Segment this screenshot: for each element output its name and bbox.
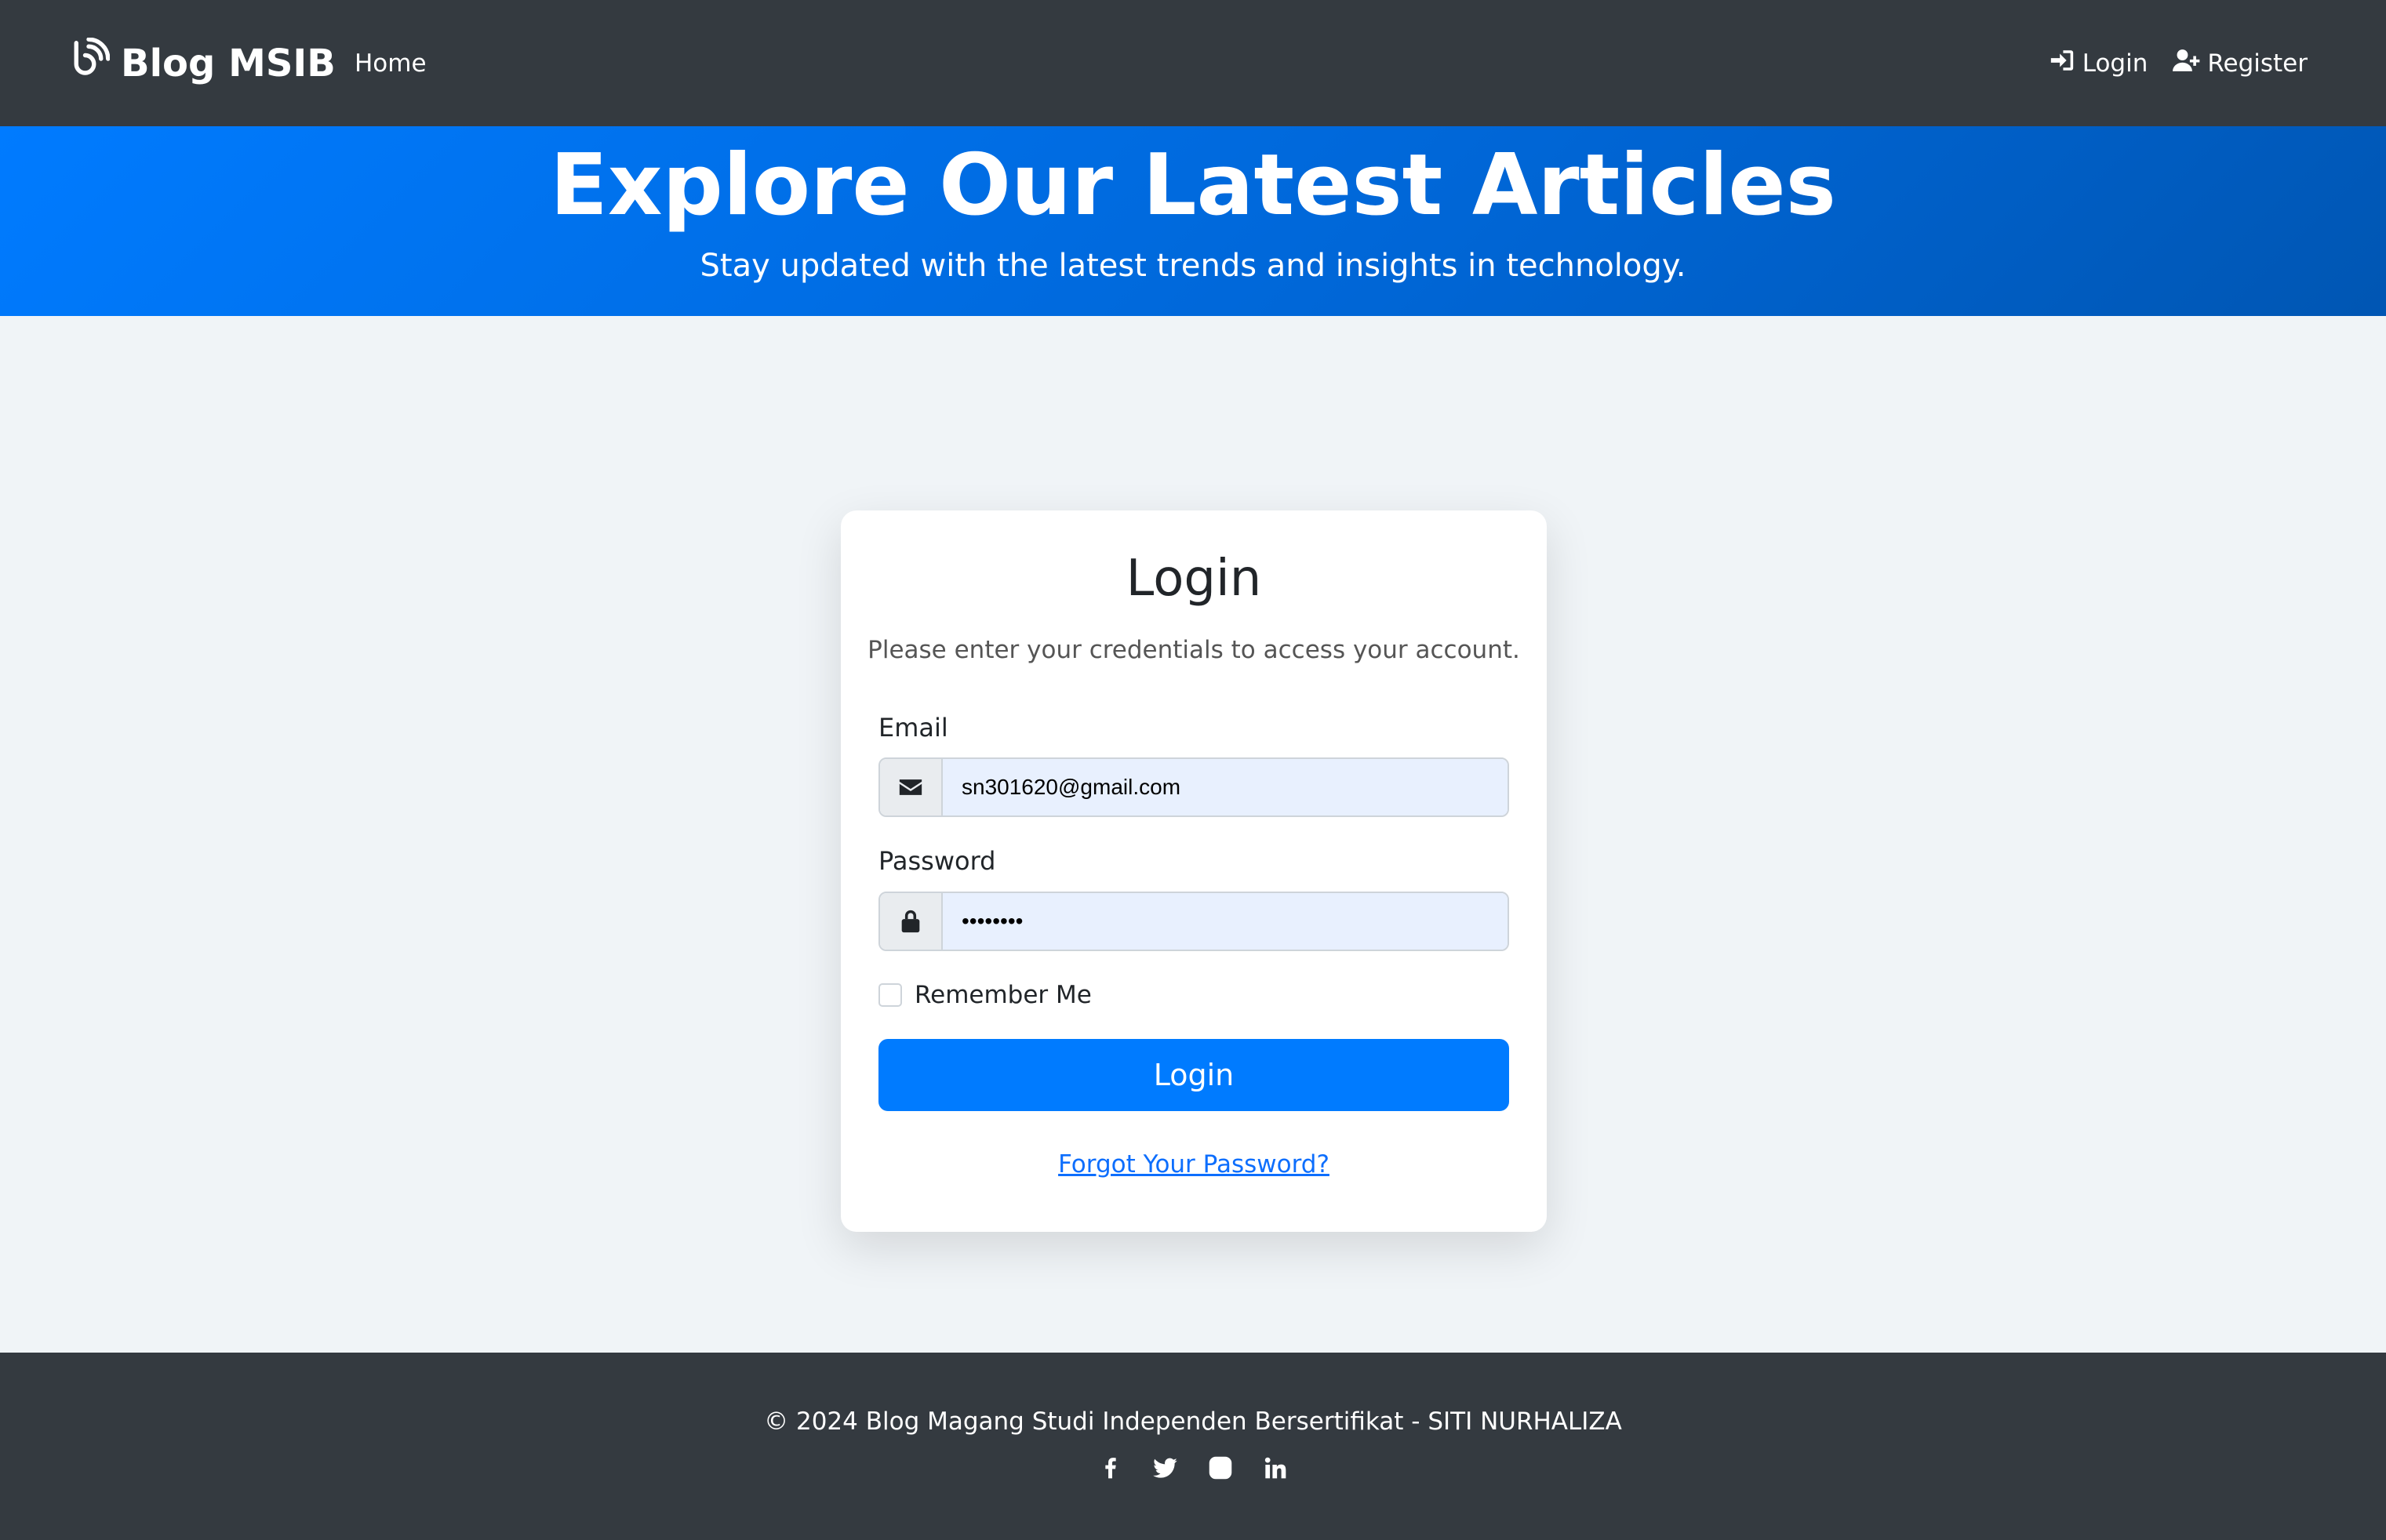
email-label: Email	[878, 713, 948, 743]
hero-subtitle: Stay updated with the latest trends and …	[700, 248, 1686, 284]
remember-me-row: Remember Me	[878, 981, 1092, 1009]
nav-login-link[interactable]: Login	[2048, 47, 2148, 80]
hero-banner: Explore Our Latest Articles Stay updated…	[0, 126, 2386, 316]
blog-icon	[67, 37, 111, 89]
remember-me-checkbox[interactable]	[878, 983, 902, 1007]
login-submit-button[interactable]: Login	[878, 1039, 1509, 1111]
forgot-password-link[interactable]: Forgot Your Password?	[841, 1150, 1547, 1179]
nav-home-link[interactable]: Home	[355, 0, 427, 126]
email-input-group	[878, 757, 1509, 817]
email-field[interactable]	[943, 759, 1508, 815]
facebook-icon[interactable]	[1097, 1455, 1124, 1481]
nav-register-label: Register	[2207, 49, 2308, 78]
hero-title: Explore Our Latest Articles	[550, 136, 1836, 234]
nav-register-link[interactable]: Register	[2173, 47, 2308, 80]
login-title: Login	[1126, 550, 1262, 608]
social-links	[0, 1455, 2386, 1481]
login-subtitle: Please enter your credentials to access …	[867, 636, 1520, 664]
nav-login-label: Login	[2082, 49, 2148, 78]
password-input-group	[878, 892, 1509, 951]
user-plus-icon	[2173, 47, 2201, 80]
instagram-icon[interactable]	[1207, 1455, 1234, 1481]
nav-auth-links: Login Register	[2048, 0, 2308, 126]
sign-in-icon	[2048, 47, 2076, 80]
footer: © 2024 Blog Magang Studi Independen Bers…	[0, 1353, 2386, 1540]
remember-me-label: Remember Me	[915, 981, 1092, 1009]
brand-link[interactable]: Blog MSIB	[67, 0, 336, 126]
twitter-icon[interactable]	[1152, 1455, 1179, 1481]
navbar: Blog MSIB Home Login Register	[0, 0, 2386, 126]
footer-copyright: © 2024 Blog Magang Studi Independen Bers…	[764, 1407, 1622, 1436]
password-field[interactable]	[943, 893, 1508, 950]
password-label: Password	[878, 846, 996, 876]
brand-name: Blog MSIB	[121, 41, 336, 85]
linkedin-icon[interactable]	[1262, 1455, 1289, 1481]
login-card: Login Please enter your credentials to a…	[841, 510, 1547, 1232]
envelope-icon	[880, 759, 943, 815]
lock-icon	[880, 893, 943, 950]
